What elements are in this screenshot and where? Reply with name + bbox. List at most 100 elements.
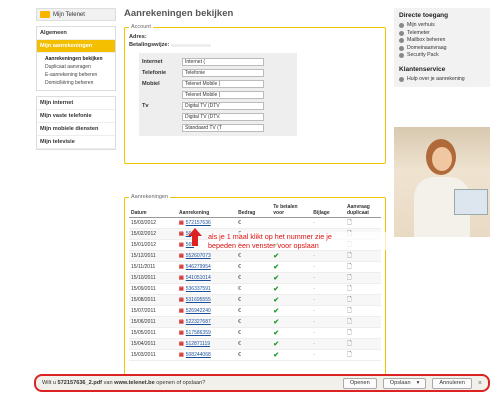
invoice-duplicate[interactable]: 🗋 [345, 272, 381, 284]
invoice-date: 15/06/2011 [129, 316, 177, 328]
pdf-icon: ▤ [179, 286, 184, 292]
pdf-icon: ▤ [179, 253, 184, 259]
nav-item-mijn-aanrekeningen[interactable]: Mijn aanrekeningen [37, 40, 115, 53]
pdf-icon: ▤ [179, 220, 184, 226]
check-icon: ✔ [273, 319, 280, 326]
service-field: Telenet Mobile ( [182, 90, 264, 99]
bullet-icon [399, 23, 404, 28]
service-row-tv: Tv Digital TV (DTV [142, 100, 294, 111]
bullet-icon [399, 30, 404, 36]
nav-item-mijn-vaste-telefonie[interactable]: Mijn vaste telefonie [37, 110, 115, 123]
bullet-icon [399, 76, 404, 82]
document-icon[interactable]: 🗋 [347, 264, 352, 270]
check-icon: ✔ [273, 286, 280, 293]
chevron-down-icon[interactable]: ▾ [417, 380, 420, 386]
col-aanvraag-duplicaat: Aanvraag duplicaat [345, 203, 381, 218]
invoice-number-link[interactable]: 517586359 [186, 330, 211, 336]
invoice-date: 15/03/2011 [129, 349, 177, 361]
nav-item-mijn-internet[interactable]: Mijn internet [37, 97, 115, 110]
document-icon[interactable]: 🗋 [347, 275, 352, 281]
document-icon[interactable]: 🗋 [347, 220, 352, 226]
invoice-amount: € [236, 327, 272, 339]
document-icon[interactable]: 🗋 [347, 297, 352, 303]
service-row-telefonie: Telefonie Telefonie [142, 67, 294, 78]
pdf-icon: ▤ [179, 264, 184, 270]
subnav-domiciliering-beheren[interactable]: Domiciliëring beheren [37, 79, 115, 87]
service-row-mobiel-2: Telenet Mobile ( [142, 89, 294, 100]
document-icon[interactable]: 🗋 [347, 253, 352, 259]
close-icon[interactable]: × [478, 380, 482, 387]
link-domeinaanvraag[interactable]: Domeinaanvraag [399, 45, 485, 53]
invoice-number-link[interactable]: 536337591 [186, 286, 211, 292]
link-hulp-aanrekening[interactable]: Hulp over je aanrekening [399, 76, 485, 84]
invoice-date: 15/12/2011 [129, 250, 177, 262]
invoice-duplicate[interactable]: 🗋 [345, 283, 381, 295]
right-sidebar: Directe toegang Mijn verhuis Telemeter M… [394, 8, 490, 237]
invoice-paid-status [271, 217, 312, 229]
subnav-duplicaat-aanvragen[interactable]: Duplicaat aanvragen [37, 63, 115, 71]
invoice-duplicate[interactable]: 🗋 [345, 250, 381, 262]
download-site: www.telenet.be [114, 380, 155, 386]
document-icon[interactable]: 🗋 [347, 352, 352, 358]
invoice-number-link[interactable]: 512871119 [186, 341, 210, 347]
invoice-amount: € [236, 217, 272, 229]
subnav-e-aanrekening-beheren[interactable]: E-aanrekening beheren [37, 71, 115, 79]
invoices-table: Datum Aanrekening Bedrag Te betalen voor… [129, 203, 381, 361]
link-telemeter[interactable]: Telemeter [399, 30, 485, 38]
invoice-number-cell: ▤ 572157636 [177, 217, 237, 229]
document-icon[interactable]: 🗋 [347, 308, 352, 314]
save-button[interactable]: Opslaan ▾ [382, 377, 427, 389]
subnav-aanrekeningen-bekijken[interactable]: Aanrekeningen bekijken [37, 55, 115, 63]
invoice-duplicate[interactable]: 🗋 [345, 327, 381, 339]
annotation-note: als je 1 maal klikt op het nummer zie je… [208, 232, 388, 250]
col-bijlage: Bijlage [311, 203, 345, 218]
invoice-number-cell: ▤ 536337591 [177, 283, 237, 295]
mijn-telenet-logo[interactable]: Mijn Telenet [36, 8, 116, 21]
invoice-duplicate[interactable]: 🗋 [345, 305, 381, 317]
link-security-pack[interactable]: Security Pack [399, 52, 485, 60]
document-icon[interactable]: 🗋 [347, 341, 352, 347]
invoice-number-link[interactable]: 508244068 [186, 352, 211, 358]
invoice-number-link[interactable]: 541051014 [186, 275, 211, 281]
cancel-button[interactable]: Annuleren [432, 377, 472, 389]
invoice-date: 15/11/2011 [129, 261, 177, 273]
invoice-number-link[interactable]: 522327687 [186, 319, 211, 325]
nav-item-mijn-televisie[interactable]: Mijn televisie [37, 136, 115, 149]
open-button[interactable]: Openen [342, 377, 377, 389]
nav-item-algemeen[interactable]: Algemeen [37, 27, 115, 40]
invoice-number-link[interactable]: 572157636 [186, 220, 211, 226]
invoice-duplicate[interactable]: 🗋 [345, 316, 381, 328]
invoice-duplicate[interactable]: 🗋 [345, 261, 381, 273]
invoice-number-link[interactable]: 552607073 [186, 253, 211, 259]
invoice-duplicate[interactable]: 🗋 [345, 349, 381, 361]
invoice-attachment: - [311, 250, 345, 262]
invoice-number-link[interactable]: 546279954 [186, 264, 211, 270]
invoice-duplicate[interactable]: 🗋 [345, 294, 381, 306]
pdf-icon: ▤ [179, 275, 184, 281]
service-row-tv-2: Digital TV (DTV. [142, 111, 294, 122]
adres-row: Adres: [129, 33, 381, 41]
annotation-arrow-icon [188, 228, 202, 246]
nav-box-services: Mijn internet Mijn vaste telefonie Mijn … [36, 96, 116, 150]
table-row: 15/03/2012 ▤ 572157636 € - 🗋 [129, 217, 381, 229]
annotation-line-1: als je 1 maal klikt op het nummer zie je [208, 232, 332, 241]
invoice-paid-status: ✔ [271, 250, 312, 262]
invoice-duplicate[interactable]: 🗋 [345, 217, 381, 229]
document-icon[interactable]: 🗋 [347, 319, 352, 325]
document-icon[interactable]: 🗋 [347, 286, 352, 292]
invoice-duplicate[interactable]: 🗋 [345, 338, 381, 350]
betalingswijze-label: Betalingswijze: [129, 42, 170, 48]
invoice-number-link[interactable]: 526942240 [186, 308, 211, 314]
invoice-date: 15/05/2011 [129, 327, 177, 339]
invoice-number-cell: ▤ 517586359 [177, 327, 237, 339]
invoice-paid-status: ✔ [271, 272, 312, 284]
invoice-number-cell: ▤ 522327687 [177, 316, 237, 328]
link-mailbox-beheren[interactable]: Mailbox beheren [399, 37, 485, 45]
document-icon[interactable]: 🗋 [347, 330, 352, 336]
invoice-number-link[interactable]: 531695555 [186, 297, 211, 303]
nav-item-mijn-mobiele-diensten[interactable]: Mijn mobiele diensten [37, 123, 115, 136]
pdf-icon: ▤ [179, 242, 184, 248]
directe-toegang-title: Directe toegang [399, 12, 449, 19]
table-row: 15/04/2011 ▤ 512871119 € ✔ - 🗋 [129, 338, 381, 350]
link-mijn-verhuis[interactable]: Mijn verhuis [399, 22, 485, 30]
